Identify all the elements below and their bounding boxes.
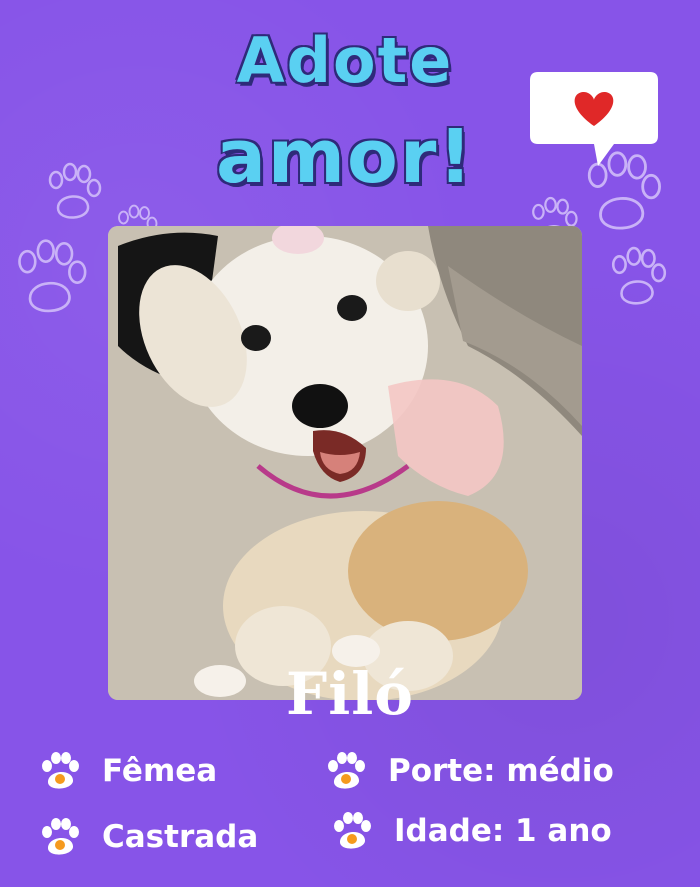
- pet-name: Filó: [286, 660, 414, 728]
- poster-title: Adote amor!: [200, 14, 490, 214]
- paw-outline-icon: [18, 239, 87, 313]
- title-line-2: amor!: [215, 114, 475, 200]
- info-label: Porte: médio: [388, 753, 614, 789]
- paw-outline-icon: [611, 246, 667, 305]
- info-sexo: Fêmea: [40, 752, 217, 790]
- paw-icon: [42, 752, 79, 789]
- info-porte: Porte: médio: [326, 752, 614, 790]
- info-castracao: Castrada: [40, 818, 258, 856]
- pet-photo: [108, 226, 582, 700]
- paw-icon: [42, 818, 79, 855]
- info-idade: Idade: 1 ano: [332, 812, 612, 850]
- paw-outline-icon: [48, 162, 102, 219]
- info-label: Idade: 1 ano: [394, 813, 612, 849]
- info-label: Fêmea: [102, 753, 218, 789]
- paw-icon: [334, 812, 371, 849]
- paw-icon: [328, 752, 365, 789]
- info-label: Castrada: [102, 819, 259, 855]
- title-line-1: Adote: [236, 24, 454, 97]
- chat-bubble-heart-icon: [530, 72, 658, 166]
